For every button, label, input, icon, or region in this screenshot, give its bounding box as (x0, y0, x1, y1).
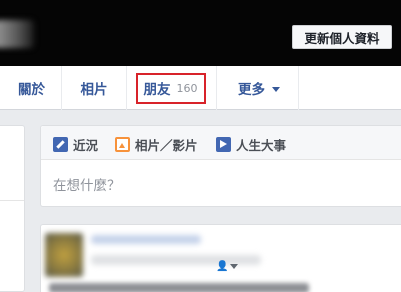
pencil-icon (53, 137, 68, 152)
chevron-down-icon (230, 263, 239, 269)
friends-tab-highlight (136, 73, 206, 104)
flag-icon (216, 137, 231, 152)
feed-post: 👤 (40, 224, 401, 292)
status-input[interactable]: 在想什麼？ (53, 174, 121, 194)
tab-more-label: 更多 (238, 82, 265, 98)
post-composer: 近況 相片／影片 人生大事 在想什麼？ (40, 125, 401, 207)
audience-selector[interactable]: 👤 (216, 261, 239, 272)
tab-about[interactable]: 關於 (0, 66, 61, 110)
composer-tab-status[interactable]: 近況 (53, 135, 98, 154)
profile-name-blurred (0, 20, 34, 48)
composer-tab-life-label: 人生大事 (236, 138, 287, 153)
photo-icon (115, 137, 130, 152)
cover-photo: 更新個人資料 (0, 0, 401, 66)
composer-tab-life-event[interactable]: 人生大事 (216, 135, 286, 154)
post-author-blurred[interactable] (91, 235, 201, 244)
avatar[interactable] (45, 233, 83, 277)
post-text-blurred (49, 283, 309, 292)
divider (0, 200, 24, 201)
chevron-down-icon (272, 86, 280, 92)
friends-audience-icon: 👤 (216, 261, 229, 272)
tab-photos[interactable]: 相片 (62, 66, 126, 110)
tab-more[interactable]: 更多 (220, 66, 298, 110)
tab-divider (298, 66, 299, 110)
tab-divider (216, 66, 217, 110)
composer-tab-status-label: 近況 (73, 138, 99, 153)
update-profile-button[interactable]: 更新個人資料 (292, 25, 392, 49)
composer-tabs: 近況 相片／影片 人生大事 (41, 126, 401, 160)
composer-tab-photo-video[interactable]: 相片／影片 (115, 135, 198, 154)
tab-divider (126, 66, 127, 110)
composer-tab-photo-label: 相片／影片 (135, 138, 198, 153)
intro-card (0, 125, 25, 292)
